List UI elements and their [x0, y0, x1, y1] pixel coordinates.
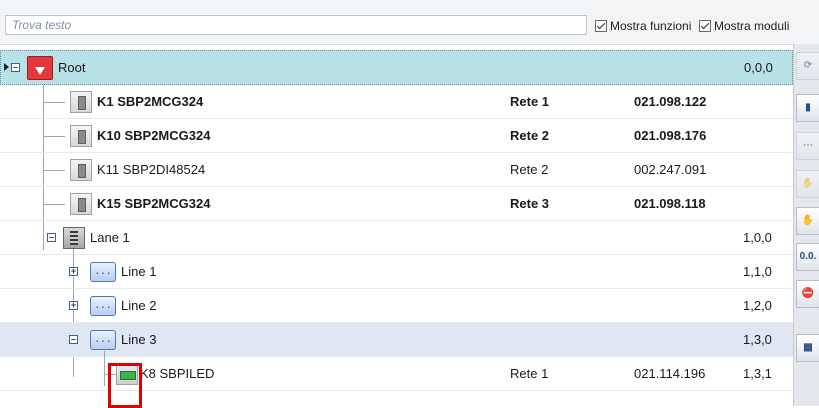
tree-node-label: Line 1: [121, 264, 157, 279]
module-icon: [70, 193, 92, 215]
network-icon[interactable]: ⋯: [796, 132, 819, 160]
serial-cell: 021.098.122: [634, 94, 707, 109]
serial-cell: 021.114.196: [634, 366, 706, 381]
show-functions-label: Mostra funzioni: [610, 19, 692, 33]
tree-row-module[interactable]: K10 SBP2MCG324 Rete 2 021.098.176: [0, 119, 793, 153]
tree-connector: [43, 204, 65, 205]
network-cell: Rete 1: [510, 94, 550, 109]
module-icon: [70, 159, 92, 181]
right-toolbar: ⟳ ▮ ⋯ ✋ ✋ 0.0. ⛔ ▦: [793, 44, 819, 406]
tree-row-line[interactable]: + Line 2 1,2,0: [0, 289, 793, 323]
hand-icon[interactable]: ✋: [796, 170, 819, 198]
line-icon: [90, 296, 116, 316]
tree-node-label: Root: [58, 60, 86, 75]
node-address: 1,3,0: [743, 332, 772, 347]
tree-row-lane[interactable]: – Lane 1 1,0,0: [0, 221, 793, 255]
tree-row-line[interactable]: + Line 1 1,1,0: [0, 255, 793, 289]
hand-red-icon[interactable]: ✋: [796, 207, 819, 235]
tree-refresh-icon[interactable]: ⟳: [796, 52, 819, 80]
node-address: 1,0,0: [743, 230, 772, 245]
tree-row-root[interactable]: – Root 0,0,0: [0, 50, 793, 85]
device-tree[interactable]: – Root 0,0,0 K1 SBP2MCG324 Rete 1 021.09…: [0, 45, 793, 406]
top-bar: Trova testo Mostra funzioni Mostra modul…: [0, 0, 819, 45]
checkbox-checked-icon[interactable]: [699, 20, 711, 32]
row-pointer-icon: [4, 63, 9, 71]
lane-icon: [63, 227, 85, 249]
expand-icon[interactable]: +: [69, 267, 78, 276]
tree-node-label: Line 2: [121, 298, 157, 313]
show-modules-label: Mostra moduli: [714, 19, 790, 33]
root-icon: [27, 56, 53, 80]
tree-connector: [43, 136, 65, 137]
line-icon: [90, 330, 116, 350]
expand-icon[interactable]: +: [69, 301, 78, 310]
node-address: 1,3,1: [743, 366, 772, 381]
search-input[interactable]: Trova testo: [5, 15, 587, 35]
network-cell: Rete 2: [510, 128, 550, 143]
address-icon[interactable]: 0.0.: [796, 243, 819, 271]
highlight-box: [108, 363, 142, 408]
network-cell: Rete 2: [510, 162, 549, 177]
collapse-icon[interactable]: –: [47, 233, 56, 242]
tree-node-label: K11 SBP2DI48524: [97, 162, 206, 177]
network-cell: Rete 1: [510, 366, 549, 381]
checkbox-checked-icon[interactable]: [595, 20, 607, 32]
grid-icon[interactable]: ▦: [796, 334, 819, 362]
tree-connector: [43, 102, 65, 103]
tree-row-line[interactable]: – Line 3 1,3,0: [0, 323, 793, 357]
tree-node-label: K10 SBP2MCG324: [97, 128, 211, 143]
tree-node-label: K15 SBP2MCG324: [97, 196, 211, 211]
tree-row-module[interactable]: K11 SBP2DI48524 Rete 2 002.247.091: [0, 153, 793, 187]
serial-cell: 021.098.118: [634, 196, 706, 211]
tree-connector: [43, 170, 65, 171]
show-functions-checkbox[interactable]: Mostra funzioni: [595, 18, 691, 34]
line-icon: [90, 262, 116, 282]
module-icon: [70, 91, 92, 113]
serial-cell: 002.247.091: [634, 162, 707, 177]
module-icon: [70, 125, 92, 147]
tree-node-label: Line 3: [121, 332, 157, 347]
tree-row-module[interactable]: K1 SBP2MCG324 Rete 1 021.098.122: [0, 85, 793, 119]
collapse-icon[interactable]: –: [69, 335, 78, 344]
tree-row-module[interactable]: K15 SBP2MCG324 Rete 3 021.098.118: [0, 187, 793, 221]
show-modules-checkbox[interactable]: Mostra moduli: [699, 18, 789, 34]
tree-node-label: K8 SBPILED: [140, 366, 215, 381]
network-cell: Rete 3: [510, 196, 550, 211]
node-address: 1,1,0: [743, 264, 772, 279]
tree-node-label: K1 SBP2MCG324: [97, 94, 204, 109]
stop-icon[interactable]: ⛔: [796, 280, 819, 308]
collapse-icon[interactable]: –: [11, 63, 20, 72]
node-address: 0,0,0: [744, 60, 773, 75]
tree-node-label: Lane 1: [90, 230, 130, 245]
serial-cell: 021.098.176: [634, 128, 707, 143]
node-address: 1,2,0: [743, 298, 772, 313]
module-icon[interactable]: ▮: [796, 94, 819, 122]
